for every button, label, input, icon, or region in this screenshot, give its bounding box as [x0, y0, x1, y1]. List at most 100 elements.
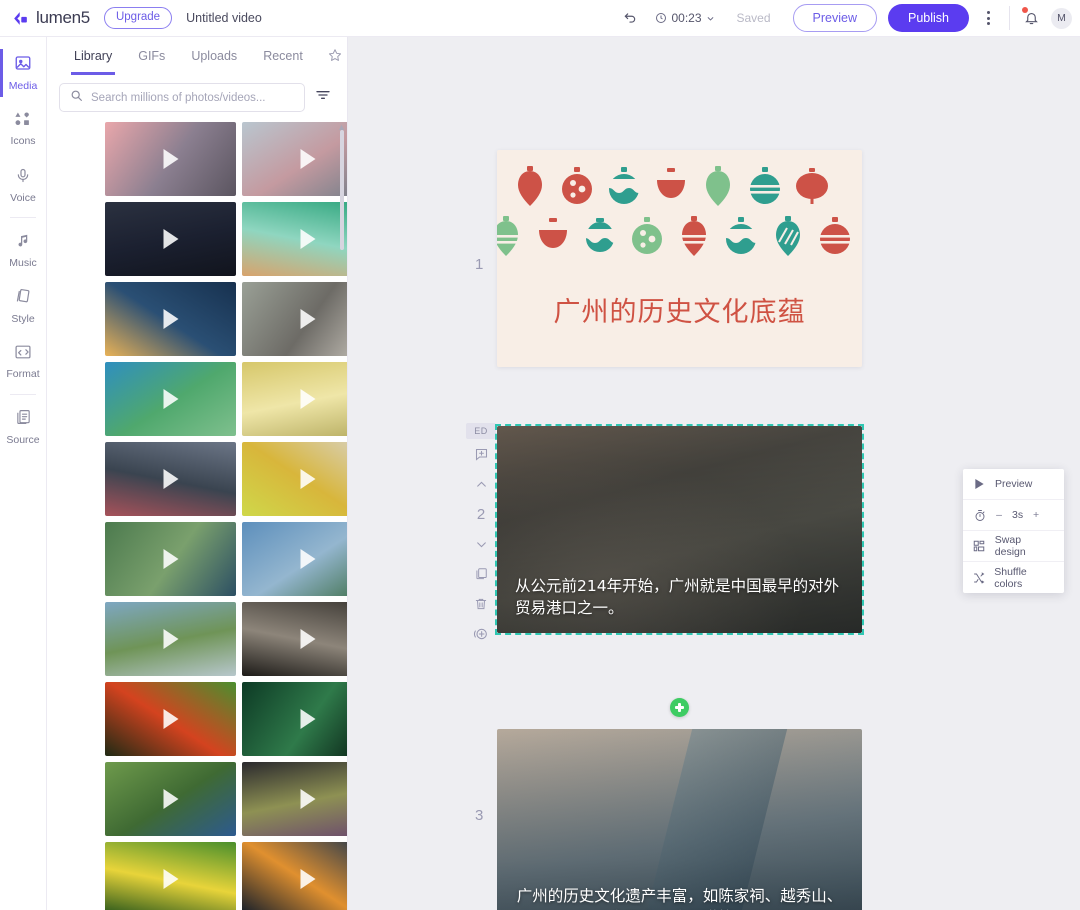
duration-increase-button[interactable]: + — [1032, 509, 1040, 521]
scene-1-title[interactable]: 广州的历史文化底蕴 — [497, 290, 862, 329]
sidebar-item-music[interactable]: Music — [0, 222, 46, 278]
context-menu-preview[interactable]: Preview — [963, 469, 1064, 500]
media-thumbnail[interactable] — [242, 202, 347, 276]
media-thumbnail[interactable] — [105, 762, 236, 836]
play-triangle-icon — [300, 789, 315, 809]
ornament-ball-teal-wave — [726, 217, 756, 254]
notification-bell-icon[interactable] — [1020, 7, 1042, 29]
media-thumbnail[interactable] — [105, 522, 236, 596]
ornament-teardrop-teal-hatch — [776, 216, 800, 256]
media-thumbnail[interactable] — [105, 842, 236, 910]
sidebar-label-music: Music — [9, 256, 37, 269]
media-thumbnail[interactable] — [105, 362, 236, 436]
style-cards-icon — [14, 287, 32, 310]
context-menu-shuffle-colors[interactable]: Shuffle colors — [963, 562, 1064, 593]
ornament-row-1 — [497, 164, 862, 212]
video-title[interactable]: Untitled video — [186, 11, 262, 25]
media-thumbnail[interactable] — [105, 682, 236, 756]
play-triangle-icon — [163, 149, 178, 169]
add-scene-button[interactable] — [670, 698, 689, 717]
search-row — [47, 75, 347, 122]
context-menu-preview-label: Preview — [995, 478, 1033, 490]
duration-decrease-button[interactable]: – — [995, 509, 1003, 521]
add-scene-circle-icon[interactable] — [466, 619, 496, 649]
move-scene-up-icon[interactable] — [466, 469, 496, 499]
scene-card-2[interactable]: 从公元前214年开始，广州就是中国最早的对外贸易港口之一。 — [497, 426, 862, 633]
scrollbar-thumb[interactable] — [340, 130, 344, 250]
scene-card-3[interactable]: 广州的历史文化遗产丰富，如陈家祠、越秀山、白云山、广州塔等。 — [497, 729, 862, 910]
media-thumbnail[interactable] — [242, 362, 347, 436]
sidebar-label-media: Media — [8, 80, 38, 92]
shapes-icon — [14, 111, 32, 132]
add-comment-icon[interactable] — [466, 439, 496, 469]
ornament-ball-teal-stripe — [748, 167, 782, 204]
tab-uploads[interactable]: Uploads — [178, 38, 250, 75]
delete-scene-icon[interactable] — [466, 589, 496, 619]
move-scene-down-icon[interactable] — [466, 529, 496, 559]
rail-divider-2 — [10, 394, 36, 395]
scene-2-caption[interactable]: 从公元前214年开始，广州就是中国最早的对外贸易港口之一。 — [515, 575, 844, 619]
ornament-cup-red — [539, 218, 567, 248]
avatar[interactable]: M — [1051, 7, 1072, 29]
undo-icon[interactable] — [617, 5, 643, 31]
duration-value-label: 3s — [1012, 509, 1024, 521]
media-thumbnail[interactable] — [105, 442, 236, 516]
media-thumbnail[interactable] — [242, 762, 347, 836]
sidebar-item-voice[interactable]: Voice — [0, 157, 46, 213]
tab-library[interactable]: Library — [61, 38, 125, 75]
sidebar-item-icons[interactable]: Icons — [0, 101, 46, 157]
microphone-icon — [15, 167, 31, 189]
media-thumbnail[interactable] — [105, 122, 236, 196]
sidebar-label-format: Format — [6, 368, 40, 380]
tab-gifs[interactable]: GIFs — [125, 38, 178, 75]
preview-button[interactable]: Preview — [792, 4, 877, 32]
top-bar-actions: 00:23 Saved Preview Publish M — [617, 4, 1080, 32]
sidebar-item-format[interactable]: Format — [0, 334, 46, 390]
sidebar-item-style[interactable]: Style — [0, 278, 46, 334]
media-thumbnail[interactable] — [105, 202, 236, 276]
brand-logo[interactable]: lumen5 — [11, 8, 90, 28]
play-triangle-icon — [300, 389, 315, 409]
search-box[interactable] — [59, 83, 305, 112]
sidebar-item-source[interactable]: Source — [0, 399, 46, 455]
duration-selector[interactable]: 00:23 — [655, 11, 714, 25]
media-thumbnail[interactable] — [242, 682, 347, 756]
media-scrollbar[interactable] — [340, 130, 344, 905]
media-thumbnail[interactable] — [242, 842, 347, 910]
left-rail: Media Icons Voice Music Style Format Sou… — [0, 37, 47, 910]
sidebar-label-voice: Voice — [10, 191, 36, 204]
play-triangle-icon — [300, 709, 315, 729]
ornament-teardrop-green-stripe — [497, 216, 523, 256]
tab-recent[interactable]: Recent — [250, 38, 316, 75]
context-menu-swap-design[interactable]: Swap design — [963, 531, 1064, 562]
media-thumbnail[interactable] — [242, 522, 347, 596]
upgrade-button[interactable]: Upgrade — [103, 7, 173, 29]
kebab-menu-icon[interactable] — [977, 7, 999, 29]
publish-button[interactable]: Publish — [888, 4, 969, 32]
brand-name: lumen5 — [36, 8, 90, 27]
top-bar: lumen5 Upgrade Untitled video 00:23 Save… — [0, 0, 1080, 37]
ornament-ball-red-stripe — [818, 217, 852, 254]
play-triangle-icon — [163, 789, 178, 809]
play-triangle-icon — [300, 869, 315, 889]
save-status: Saved — [736, 11, 771, 25]
scene-3-caption[interactable]: 广州的历史文化遗产丰富，如陈家祠、越秀山、白云山、广州塔等。 — [515, 885, 844, 910]
media-thumbnail[interactable] — [242, 442, 347, 516]
chevron-down-icon — [707, 16, 713, 21]
media-thumbnail[interactable] — [242, 122, 347, 196]
grid-layout-icon — [973, 540, 986, 552]
media-thumbnail[interactable] — [105, 282, 236, 356]
media-thumbnail[interactable] — [242, 282, 347, 356]
sidebar-item-media[interactable]: Media — [0, 45, 46, 101]
scene-card-1[interactable]: 广州的历史文化底蕴 — [497, 150, 862, 367]
play-triangle-icon — [163, 629, 178, 649]
play-icon — [973, 479, 986, 489]
star-outline-icon[interactable] — [322, 42, 348, 71]
ornament-row-2 — [497, 214, 862, 262]
media-thumbnail[interactable] — [242, 602, 347, 676]
context-menu-duration[interactable]: – 3s + — [963, 500, 1064, 531]
media-thumbnail[interactable] — [105, 602, 236, 676]
filter-icon[interactable] — [315, 88, 333, 107]
search-input[interactable] — [91, 91, 294, 104]
duplicate-scene-icon[interactable] — [466, 559, 496, 589]
